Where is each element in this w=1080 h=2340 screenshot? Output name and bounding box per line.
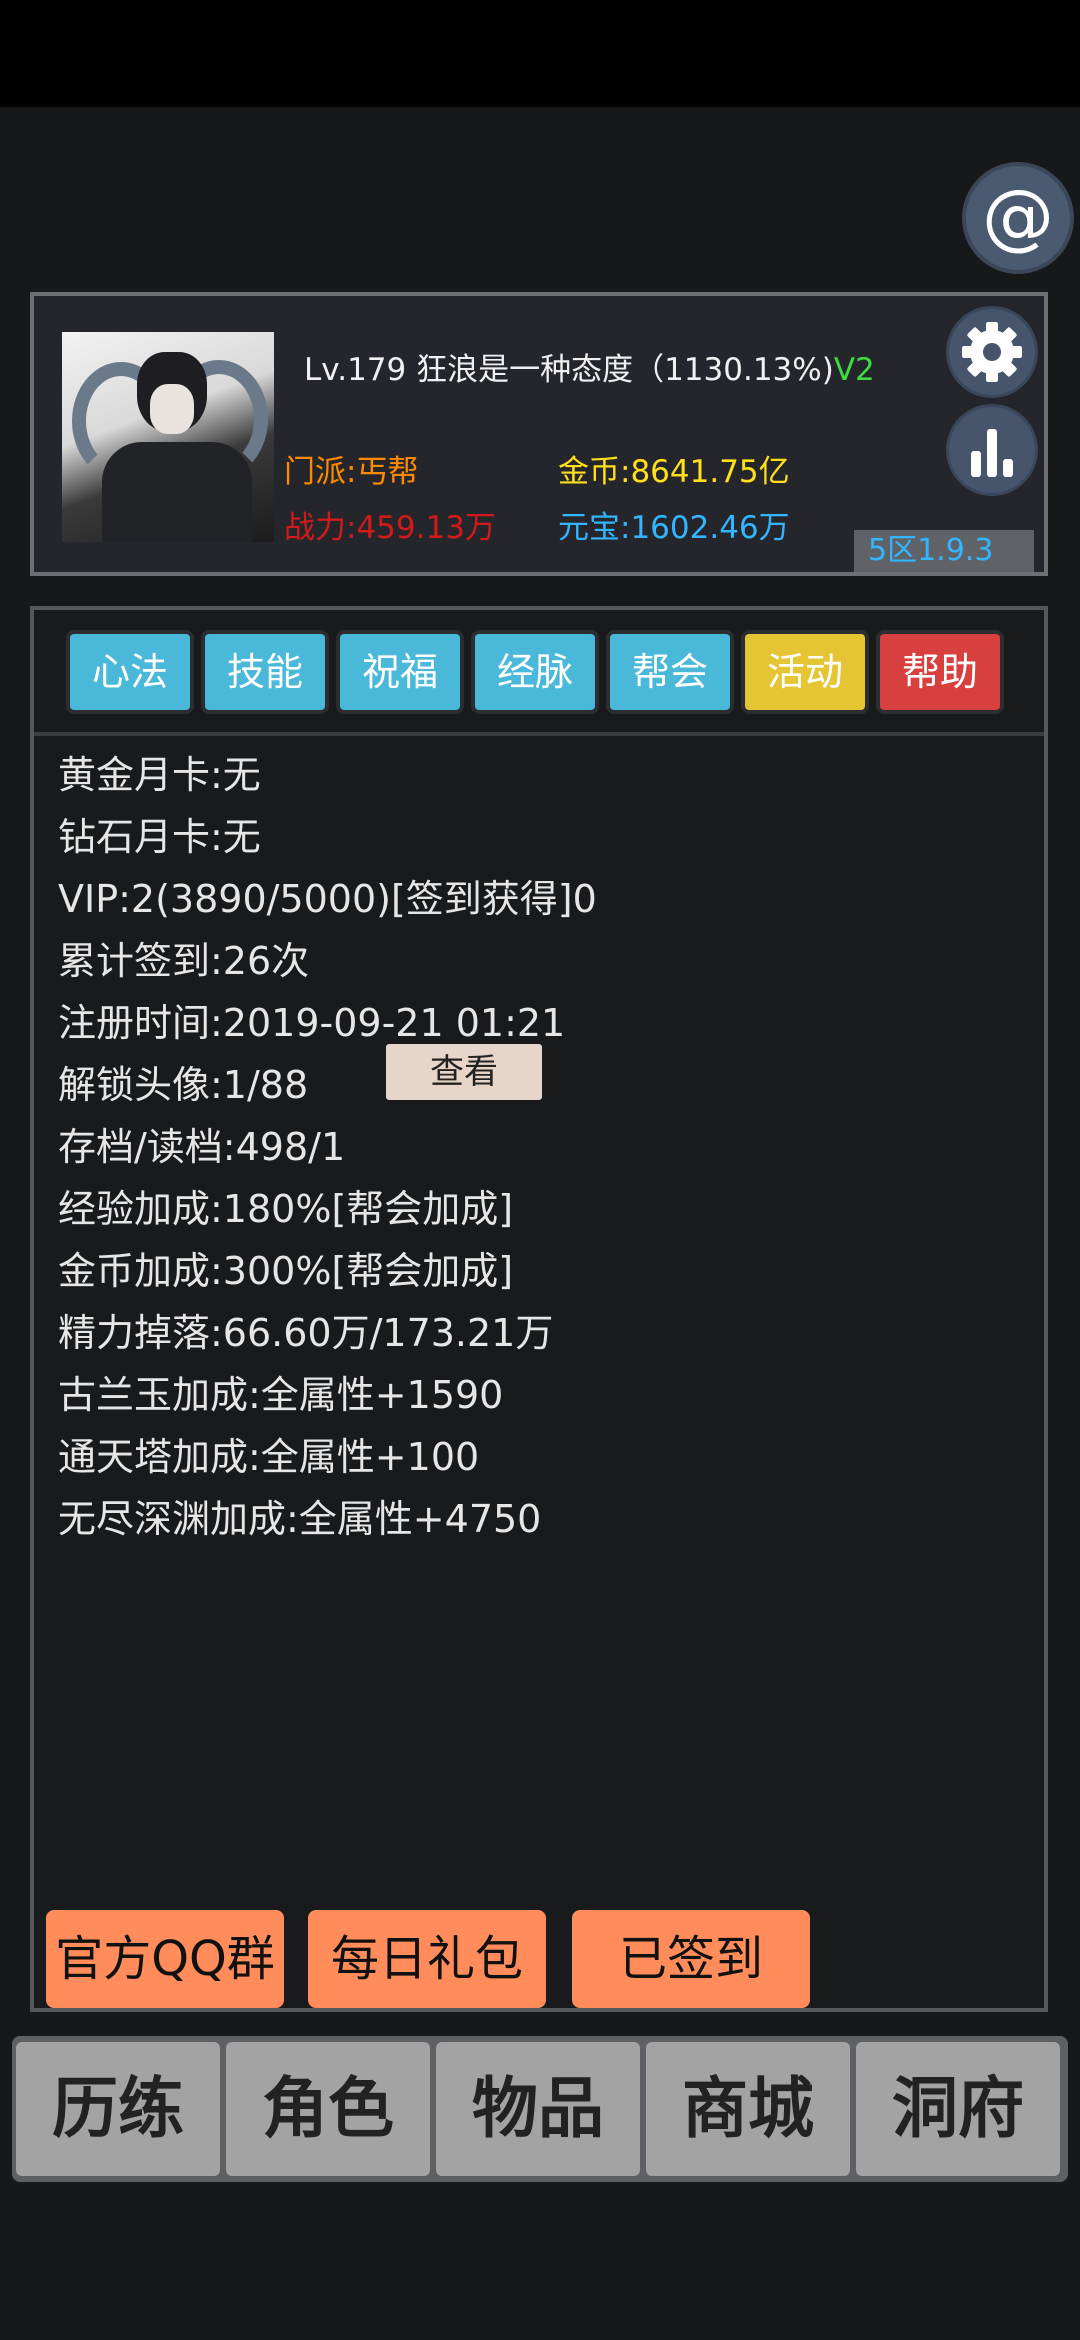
player-info-list: 黄金月卡:无 钻石月卡:无 VIP:2(3890/5000)[签到获得]0 累计…: [58, 744, 597, 1550]
info-total-signin: 累计签到:26次: [58, 939, 310, 983]
player-level-name: Lv.179 狂浪是一种态度（1130.13%)V2: [304, 344, 875, 389]
info-diamond-monthly-card: 钻石月卡:无: [58, 815, 261, 859]
tab-guild[interactable]: 帮会: [610, 634, 730, 710]
tab-events[interactable]: 活动: [745, 634, 865, 710]
daily-gift-button[interactable]: 每日礼包: [308, 1910, 546, 2008]
avatar-face: [150, 384, 194, 434]
power-label: 战力:459.13万: [284, 510, 496, 546]
avatar[interactable]: [62, 332, 274, 542]
signed-in-button[interactable]: 已签到: [572, 1910, 810, 2008]
nav-character[interactable]: 角色: [226, 2042, 430, 2176]
info-exp-bonus: 经验加成:180%[帮会加成]: [58, 1187, 514, 1231]
tab-meridian[interactable]: 经脉: [475, 634, 595, 710]
profile-panel: Lv.179 狂浪是一种态度（1130.13%)V2 门派:丐帮 金币:8641…: [30, 292, 1048, 576]
bottom-nav: 历练 角色 物品 商城 洞府: [12, 2036, 1068, 2182]
view-avatars-button[interactable]: 查看: [386, 1044, 542, 1100]
gear-icon: [962, 322, 1022, 382]
ranking-button[interactable]: [946, 404, 1038, 496]
info-gold-bonus: 金币加成:300%[帮会加成]: [58, 1249, 514, 1293]
yuanbao-label: 元宝:1602.46万: [558, 510, 790, 546]
tab-skills[interactable]: 技能: [205, 634, 325, 710]
info-gulanyu-bonus: 古兰玉加成:全属性+1590: [58, 1373, 504, 1417]
info-gold-monthly-card: 黄金月卡:无: [58, 753, 261, 797]
tab-help[interactable]: 帮助: [880, 634, 1000, 710]
info-tower-bonus: 通天塔加成:全属性+100: [58, 1435, 480, 1479]
tab-xinfa[interactable]: 心法: [70, 634, 190, 710]
nav-cave[interactable]: 洞府: [856, 2042, 1060, 2176]
info-vip: VIP:2(3890/5000)[签到获得]0: [58, 877, 597, 921]
info-energy-drop: 精力掉落:66.60万/173.21万: [58, 1311, 554, 1355]
server-zone-label: 5区1.9.3: [854, 530, 1034, 572]
tab-blessing[interactable]: 祝福: [340, 634, 460, 710]
nav-items[interactable]: 物品: [436, 2042, 640, 2176]
info-abyss-bonus: 无尽深渊加成:全属性+4750: [58, 1497, 542, 1541]
nav-training[interactable]: 历练: [16, 2042, 220, 2176]
avatar-body: [102, 442, 252, 542]
divider: [34, 732, 1044, 736]
status-bar: [0, 0, 1080, 107]
at-icon[interactable]: @: [962, 162, 1074, 274]
gold-label: 金币:8641.75亿: [558, 454, 790, 490]
vip-tag: V2: [833, 352, 875, 388]
faction-label: 门派:丐帮: [284, 454, 419, 490]
main-panel: 心法 技能 祝福 经脉 帮会 活动 帮助 黄金月卡:无 钻石月卡:无 VIP:2…: [30, 606, 1048, 2012]
bar-chart-icon: [971, 429, 1013, 477]
qq-group-button[interactable]: 官方QQ群: [46, 1910, 284, 2008]
nav-shop[interactable]: 商城: [646, 2042, 850, 2176]
level-name-text: Lv.179 狂浪是一种态度（1130.13%): [304, 352, 834, 388]
settings-button[interactable]: [946, 306, 1038, 398]
info-save-load: 存档/读档:498/1: [58, 1125, 346, 1169]
